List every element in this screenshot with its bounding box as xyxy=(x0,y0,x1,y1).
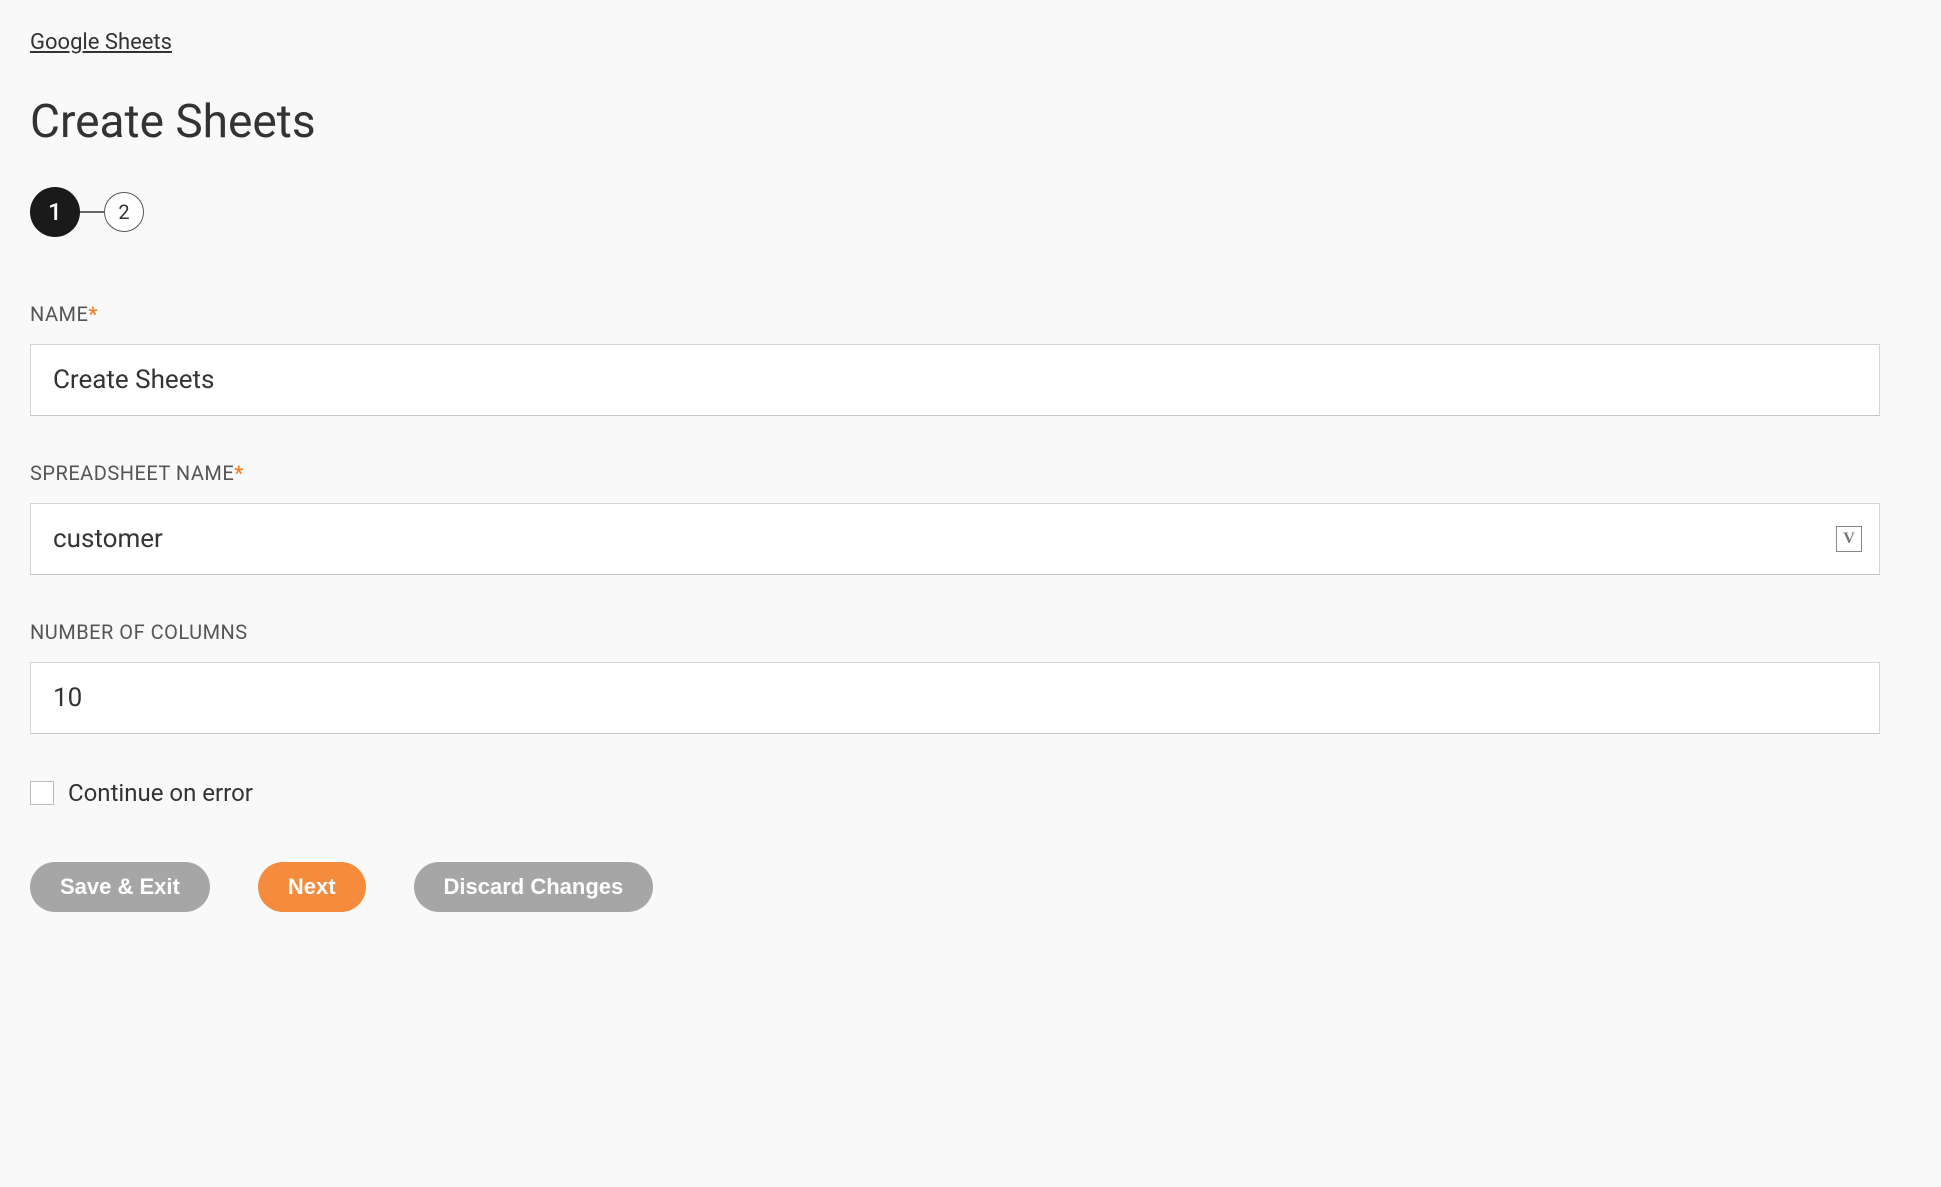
save-exit-button[interactable]: Save & Exit xyxy=(30,862,210,912)
continue-on-error-checkbox[interactable] xyxy=(30,781,54,805)
required-mark: * xyxy=(88,302,97,326)
step-2[interactable]: 2 xyxy=(104,192,144,232)
required-mark: * xyxy=(234,461,243,485)
action-buttons: Save & Exit Next Discard Changes xyxy=(30,862,1911,912)
spreadsheet-name-input[interactable] xyxy=(30,503,1880,575)
name-label: NAME* xyxy=(30,302,1911,326)
continue-on-error-label: Continue on error xyxy=(68,779,253,807)
next-button[interactable]: Next xyxy=(258,862,366,912)
stepper: 1 2 xyxy=(30,187,1911,237)
discard-changes-button[interactable]: Discard Changes xyxy=(414,862,654,912)
page-title: Create Sheets xyxy=(30,95,1911,149)
spreadsheet-name-field-group: SPREADSHEET NAME* V xyxy=(30,461,1911,575)
step-connector xyxy=(80,211,104,213)
continue-on-error-row: Continue on error xyxy=(30,779,1911,807)
name-input[interactable] xyxy=(30,344,1880,416)
variable-icon[interactable]: V xyxy=(1836,526,1862,552)
breadcrumb-parent[interactable]: Google Sheets xyxy=(30,30,172,55)
name-field-group: NAME* xyxy=(30,302,1911,416)
spreadsheet-name-label: SPREADSHEET NAME* xyxy=(30,461,1911,485)
number-of-columns-input[interactable] xyxy=(30,662,1880,734)
number-of-columns-field-group: NUMBER OF COLUMNS xyxy=(30,620,1911,734)
number-of-columns-label: NUMBER OF COLUMNS xyxy=(30,620,1911,644)
step-1[interactable]: 1 xyxy=(30,187,80,237)
